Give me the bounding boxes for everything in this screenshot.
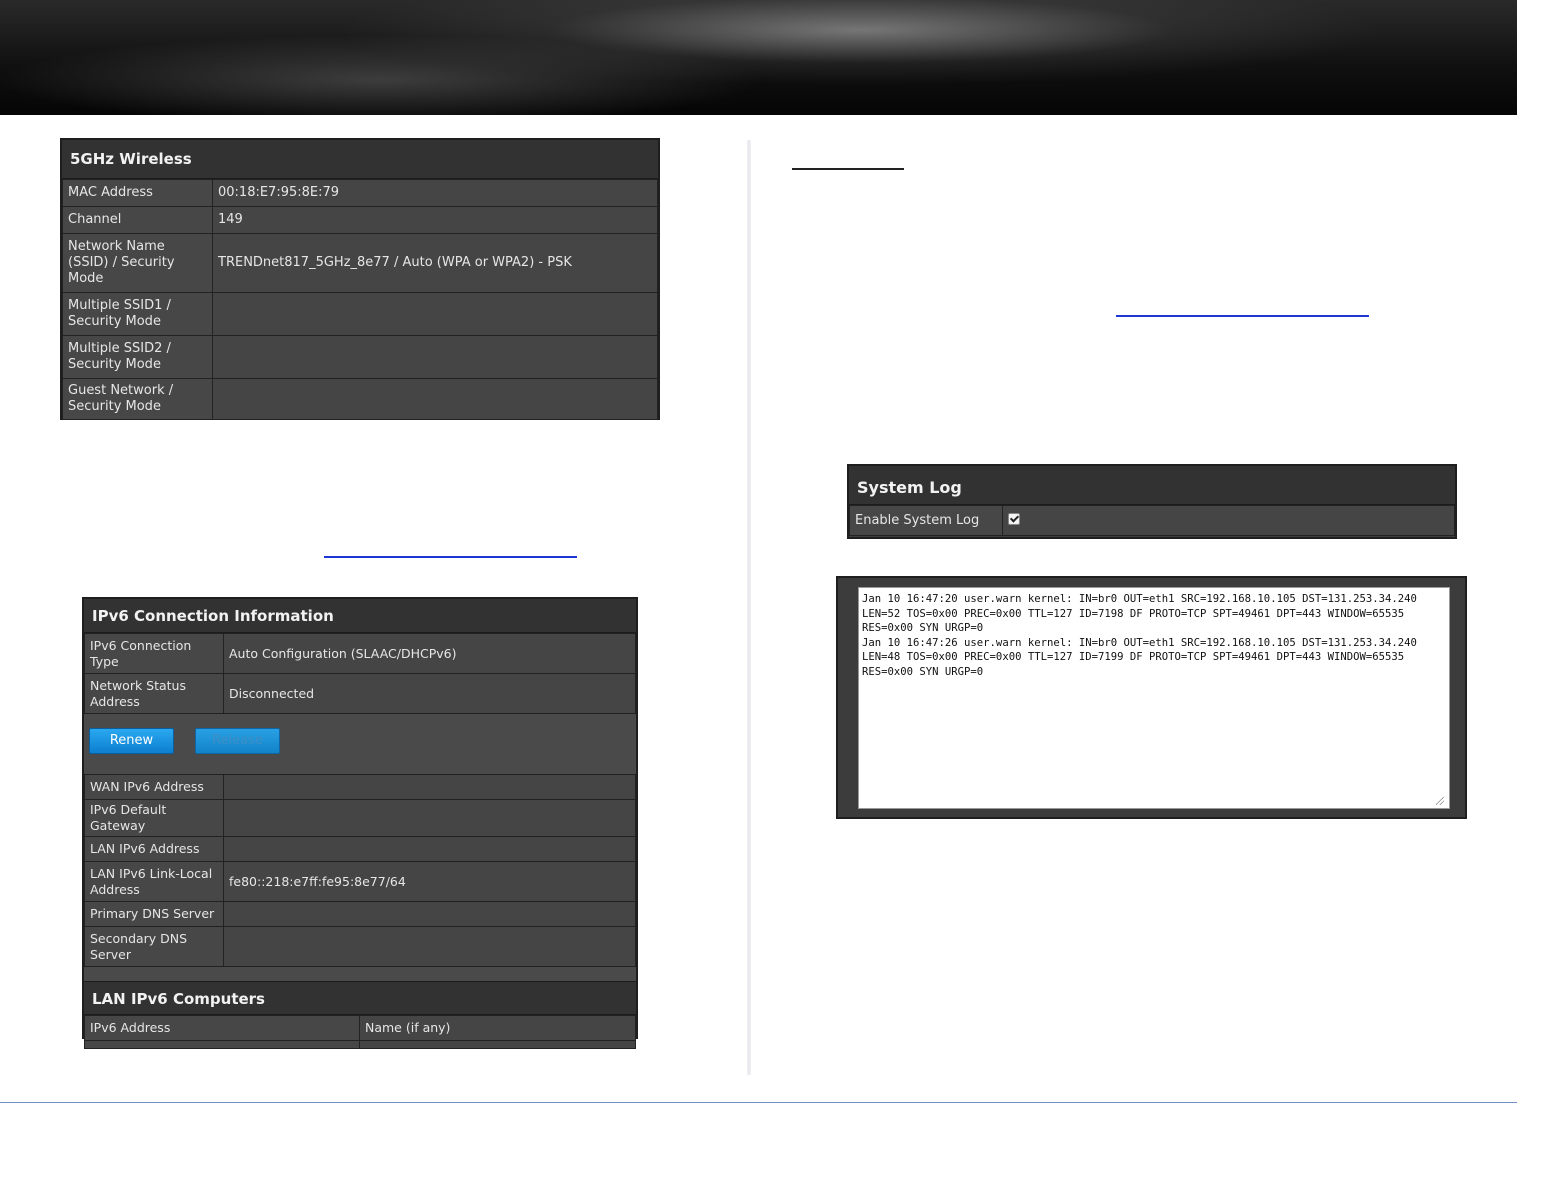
row-label: MAC Address [62,179,213,207]
panel-title: IPv6 Connection Information [84,599,636,633]
release-button[interactable]: Release [195,728,280,754]
row-label: Primary DNS Server [84,901,224,927]
header-banner [0,0,1517,115]
ssid-security-value: TRENDnet817_5GHz_8e77 / Auto (WPA or WPA… [212,233,658,293]
table-row: Primary DNS Server [84,901,636,927]
row-value [212,292,658,336]
resize-grip-icon[interactable] [1436,797,1444,805]
row-value [212,378,658,420]
table-row: MAC Address 00:18:E7:95:8E:79 [62,179,658,207]
enable-system-log-checkbox[interactable] [1008,513,1020,525]
row-label: IPv6 Connection Type [84,633,224,674]
table-row: IPv6 Default Gateway [84,799,636,837]
column-divider [747,140,751,1075]
row-value [223,799,636,837]
hyperlink-underline-right[interactable] [1116,315,1369,317]
computers-title: LAN IPv6 Computers [84,981,636,1015]
table-row: Guest Network / Security Mode [62,378,658,420]
mac-address-value: 00:18:E7:95:8E:79 [212,179,658,207]
ipv6-connection-panel: IPv6 Connection Information IPv6 Connect… [82,597,638,1049]
table-row: LAN IPv6 Link-Local Address fe80::218:e7… [84,861,636,902]
link-local-value: fe80::218:e7ff:fe95:8e77/64 [223,861,636,902]
table-row: LAN IPv6 Address [84,836,636,862]
wireless-5ghz-panel: 5GHz Wireless MAC Address 00:18:E7:95:8E… [60,138,660,420]
row-value [223,836,636,862]
row-label: Secondary DNS Server [84,926,224,967]
row-label: Multiple SSID2 / Security Mode [62,335,213,379]
heading-underline [792,168,904,170]
table-row: Enable System Log [849,505,1455,536]
panel-title: System Log [849,466,1455,505]
table-cell [359,1040,636,1049]
network-status-value: Disconnected [223,673,636,714]
row-value [223,774,636,800]
hyperlink-underline-left[interactable] [324,556,577,558]
row-label: LAN IPv6 Link-Local Address [84,861,224,902]
table-row: Network Status Address Disconnected [84,673,636,714]
section-spacer [84,967,636,981]
system-log-table: Enable System Log [849,505,1455,536]
row-label: LAN IPv6 Address [84,836,224,862]
row-label: Network Status Address [84,673,224,714]
table-row: Channel 149 [62,206,658,234]
lan-ipv6-computers-table: IPv6 Address Name (if any) [84,1015,636,1049]
enable-system-log-label: Enable System Log [849,505,1003,536]
wireless-5ghz-table: MAC Address 00:18:E7:95:8E:79 Channel 14… [62,179,658,420]
row-label: WAN IPv6 Address [84,774,224,800]
channel-value: 149 [212,206,658,234]
column-header: IPv6 Address [84,1015,360,1041]
renew-button[interactable]: Renew [89,728,174,754]
row-value [223,901,636,927]
log-output-panel: Jan 10 16:47:20 user.warn kernel: IN=br0… [836,576,1467,819]
column-header: Name (if any) [359,1015,636,1041]
system-log-textarea[interactable]: Jan 10 16:47:20 user.warn kernel: IN=br0… [858,587,1450,809]
ipv6-address-table: WAN IPv6 Address IPv6 Default Gateway LA… [84,774,636,967]
row-label: Multiple SSID1 / Security Mode [62,292,213,336]
table-row: Multiple SSID1 / Security Mode [62,292,658,336]
ipv6-connection-table: IPv6 Connection Type Auto Configuration … [84,633,636,714]
enable-cell [1002,505,1455,536]
row-label: IPv6 Default Gateway [84,799,224,837]
button-bar: Renew Release [84,714,636,774]
row-label: Network Name (SSID) / Security Mode [62,233,213,293]
system-log-panel: System Log Enable System Log [847,464,1457,539]
table-row: WAN IPv6 Address [84,774,636,800]
connection-type-value: Auto Configuration (SLAAC/DHCPv6) [223,633,636,674]
row-label: Guest Network / Security Mode [62,378,213,420]
table-row: Network Name (SSID) / Security Mode TREN… [62,233,658,293]
table-row: Multiple SSID2 / Security Mode [62,335,658,379]
table-row: Secondary DNS Server [84,926,636,967]
table-cell [84,1040,360,1049]
table-header-row: IPv6 Address Name (if any) [84,1015,636,1041]
table-row [84,1040,636,1049]
table-row: IPv6 Connection Type Auto Configuration … [84,633,636,674]
row-label: Channel [62,206,213,234]
row-value [223,926,636,967]
footer-rule [0,1102,1517,1103]
row-value [212,335,658,379]
panel-title: 5GHz Wireless [62,140,658,179]
